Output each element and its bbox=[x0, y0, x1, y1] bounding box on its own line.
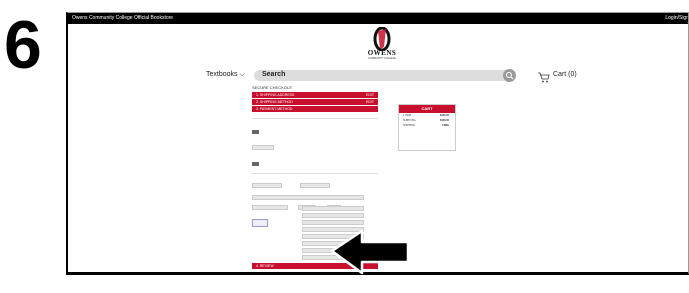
step-number: 6 bbox=[4, 7, 42, 83]
step-label: 2. SHIPPING METHOD bbox=[256, 100, 293, 104]
address-line-2-field[interactable] bbox=[302, 220, 364, 225]
cart-icon[interactable] bbox=[538, 70, 550, 83]
pointer-arrow-icon bbox=[328, 229, 412, 277]
card-type-select[interactable] bbox=[252, 183, 282, 188]
site-title: Owens Community College Official Booksto… bbox=[72, 15, 174, 21]
divider bbox=[252, 172, 378, 173]
cart-row-value: FREE bbox=[442, 124, 449, 127]
step-shipping-address[interactable]: 1. SHIPPING ADDRESS EDIT bbox=[252, 92, 378, 98]
gift-card-row bbox=[252, 113, 378, 116]
edit-link[interactable]: EDIT bbox=[366, 99, 374, 105]
cart-row-label: SUBTOTAL bbox=[403, 119, 416, 122]
logo-name: OWENS bbox=[367, 49, 397, 57]
cart-row: SHIPPING FREE bbox=[399, 123, 455, 128]
cart-row-label: 1 ITEM bbox=[403, 114, 412, 117]
step-label: 3. PAYMENT METHOD bbox=[256, 107, 293, 111]
cart-summary-title: CART bbox=[399, 105, 455, 113]
search-icon bbox=[506, 72, 514, 80]
address-line-1-field[interactable] bbox=[302, 213, 364, 218]
chevron-down-icon: ⌵ bbox=[239, 71, 245, 78]
login-link[interactable]: Login/Sign bbox=[665, 13, 688, 24]
first-name-field[interactable] bbox=[302, 206, 364, 211]
search-button[interactable] bbox=[503, 69, 516, 82]
apply-promo-button[interactable] bbox=[252, 161, 259, 166]
step-shipping-method[interactable]: 2. SHIPPING METHOD EDIT bbox=[252, 99, 378, 105]
apply-button[interactable] bbox=[252, 129, 259, 134]
cart-row-label: SHIPPING bbox=[403, 124, 415, 127]
search-placeholder: Search bbox=[262, 71, 286, 78]
divider bbox=[252, 118, 378, 119]
logo-subtitle: COMMUNITY COLLEGE bbox=[368, 57, 396, 60]
edit-link[interactable]: EDIT bbox=[366, 92, 374, 98]
textbooks-menu[interactable]: Textbooks ⌵ bbox=[206, 71, 245, 79]
step-payment-method[interactable]: 3. PAYMENT METHOD bbox=[252, 106, 378, 112]
top-bar: Owens Community College Official Booksto… bbox=[68, 13, 688, 24]
search-input[interactable] bbox=[254, 70, 514, 81]
checkout-heading: SECURE CHECKOUT bbox=[252, 85, 293, 90]
textbooks-label: Textbooks bbox=[206, 71, 238, 78]
cart-summary: CART 1 ITEM $160.95 SUBTOTAL $160.95 SHIPP… bbox=[398, 104, 456, 151]
step-label: 1. SHIPPING ADDRESS bbox=[256, 93, 295, 97]
card-number-field[interactable] bbox=[300, 183, 331, 188]
cart-link[interactable]: Cart (0) bbox=[553, 71, 577, 78]
